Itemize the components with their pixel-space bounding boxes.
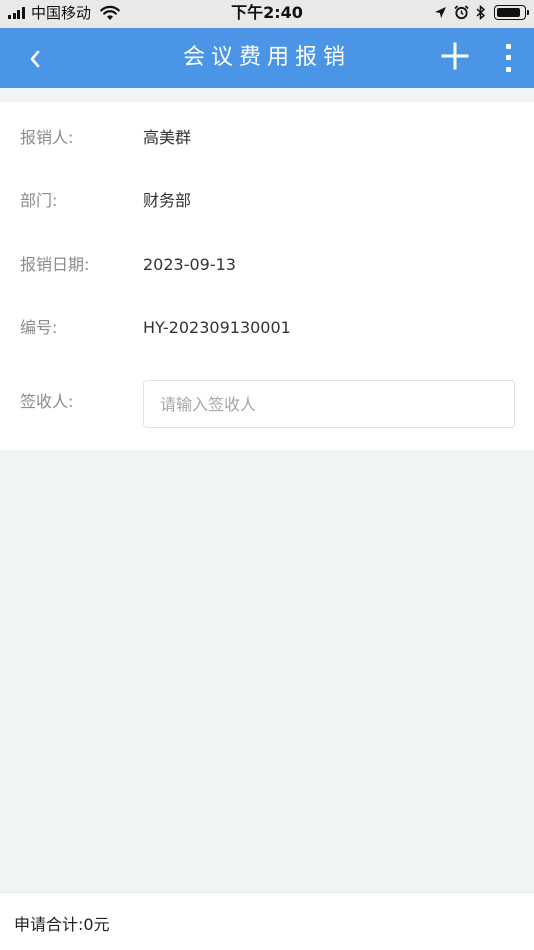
form-row-number: 编号: HY-202309130001 (0, 308, 534, 348)
number-value: HY-202309130001 (143, 318, 291, 337)
nav-bar: 会议费用报销 (0, 28, 534, 88)
alarm-icon (454, 5, 469, 20)
status-right (427, 5, 529, 20)
add-button[interactable] (440, 41, 470, 71)
date-label: 报销日期: (20, 255, 90, 274)
battery-icon (494, 5, 529, 20)
receiver-input[interactable] (143, 380, 515, 428)
total-amount: 申请合计:0元 (14, 915, 110, 934)
form-row-receiver: 签收人: (0, 380, 534, 428)
footer-bar: 申请合计:0元 (0, 892, 534, 950)
location-arrow-icon (435, 7, 446, 18)
form-row-applicant: 报销人: 高美群 (0, 118, 534, 158)
bluetooth-icon (476, 5, 486, 20)
receiver-label: 签收人: (20, 392, 74, 411)
status-bar: 中国移动 下午2:40 (0, 0, 534, 28)
screen: 中国移动 下午2:40 会议费用报销 报销人: 高美群 部门: 财务部 报销日期… (0, 0, 534, 950)
applicant-value: 高美群 (143, 128, 192, 147)
plus-icon (441, 42, 469, 70)
form-row-department: 部门: 财务部 (0, 181, 534, 221)
applicant-label: 报销人: (20, 128, 74, 147)
department-value: 财务部 (143, 191, 192, 210)
department-label: 部门: (20, 191, 58, 210)
number-label: 编号: (20, 318, 58, 337)
more-vertical-icon (505, 44, 511, 50)
date-value: 2023-09-13 (143, 255, 236, 274)
reimbursement-form: 报销人: 高美群 部门: 财务部 报销日期: 2023-09-13 编号: HY… (0, 102, 534, 450)
more-button[interactable] (496, 41, 520, 75)
form-row-date: 报销日期: 2023-09-13 (0, 245, 534, 285)
